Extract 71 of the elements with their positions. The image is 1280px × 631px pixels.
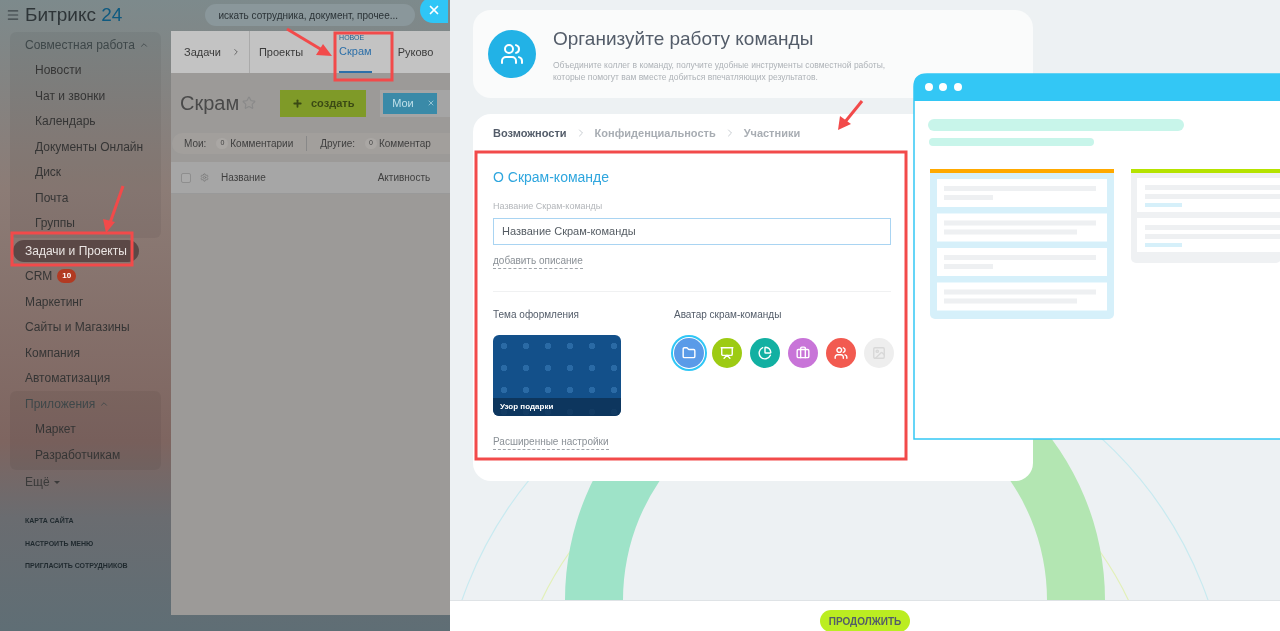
- more-menu-item[interactable]: Ещё: [25, 473, 60, 492]
- people-icon: [834, 345, 848, 360]
- tab[interactable]: Задачи: [184, 31, 221, 73]
- annotation-arrow: [103, 185, 125, 233]
- counter-label: Мои:: [184, 137, 207, 151]
- menu-item[interactable]: Календарь: [23, 110, 98, 133]
- menu-item[interactable]: Разработчикам: [23, 443, 123, 466]
- plus-icon: [292, 97, 303, 109]
- theme-label: Тема оформления: [493, 307, 581, 322]
- counter-link[interactable]: Комментар: [378, 136, 431, 151]
- theme-name: Узор подарки: [493, 397, 621, 416]
- theme-tile[interactable]: Узор подарки: [493, 334, 621, 416]
- search-field[interactable]: искать сотрудника, документ, прочее...: [205, 4, 416, 26]
- close-icon[interactable]: [427, 3, 441, 17]
- avatar-option[interactable]: [864, 337, 894, 368]
- menu-item[interactable]: Автоматизация: [13, 367, 113, 390]
- create-button[interactable]: создать: [280, 89, 367, 117]
- menu-item[interactable]: Документы Онлайн: [23, 135, 146, 158]
- section-title: О Скрам-команде: [493, 168, 611, 187]
- menu-item[interactable]: CRM: [13, 265, 55, 288]
- filter-chip[interactable]: Мои: [383, 92, 438, 114]
- settings-icon[interactable]: [200, 173, 209, 182]
- menu-item[interactable]: Маркет: [23, 418, 78, 441]
- close-button[interactable]: [420, 0, 448, 23]
- counter-badge: 10: [57, 269, 77, 284]
- logo[interactable]: Битрикс 24: [25, 0, 123, 30]
- column-header[interactable]: Активность: [377, 170, 431, 185]
- tab[interactable]: Проекты: [258, 31, 304, 73]
- checkbox[interactable]: [181, 172, 191, 183]
- advanced-settings-link[interactable]: Расширенные настройки: [493, 433, 609, 450]
- intro-description: Объедините коллег в команду, получите удобные инструменты совместной работы, которые помогут вам вместе добиться впечатляющих результатов.: [553, 58, 887, 83]
- tab[interactable]: Руково: [397, 31, 434, 73]
- menu-item[interactable]: Сайты и Магазины: [13, 316, 132, 339]
- menu-item[interactable]: Почта: [23, 186, 71, 209]
- avatar-option[interactable]: [826, 337, 856, 368]
- step-tab[interactable]: Конфиденциальность: [594, 124, 716, 142]
- avatar-label: Аватар скрам-команды: [674, 307, 783, 322]
- team-icon: [500, 42, 524, 66]
- step-tab[interactable]: Возможности: [493, 124, 567, 142]
- step-tab[interactable]: Участники: [743, 124, 801, 142]
- avatar-option[interactable]: [788, 337, 818, 368]
- avatar-option[interactable]: [712, 337, 742, 368]
- continue-button[interactable]: ПРОДОЛЖИТЬ: [820, 610, 910, 631]
- menu-item[interactable]: Компания: [13, 341, 82, 364]
- column-header[interactable]: Название: [221, 170, 266, 185]
- close-icon[interactable]: [426, 99, 435, 107]
- avatar-option[interactable]: [750, 337, 780, 368]
- page-title: Скрам: [180, 91, 240, 116]
- folder-icon: [682, 345, 696, 360]
- add-description-link[interactable]: добавить описание: [493, 252, 583, 269]
- menu-icon[interactable]: [6, 8, 20, 22]
- pie-chart-icon: [758, 345, 772, 360]
- presentation-icon: [720, 345, 734, 360]
- caret-icon: [53, 480, 60, 484]
- avatar-option[interactable]: [674, 337, 704, 368]
- menu-item[interactable]: Задачи и Проекты: [13, 239, 139, 262]
- field-label: Название Скрам-команды: [493, 200, 604, 213]
- intro-title: Организуйте работу команды: [553, 27, 815, 52]
- annotation-arrow: [838, 100, 864, 130]
- menu-item[interactable]: Маркетинг: [13, 290, 86, 313]
- highlight-frame: [333, 31, 394, 82]
- name-field[interactable]: Название Скрам-команды: [493, 217, 891, 245]
- menu-item[interactable]: Новости: [23, 59, 84, 82]
- menu-item[interactable]: Чат и звонки: [23, 84, 108, 107]
- briefcase-icon: [796, 345, 810, 360]
- menu-group-header[interactable]: Приложения: [10, 391, 161, 417]
- menu-item[interactable]: Группы: [23, 212, 77, 235]
- counter-link[interactable]: Комментарии: [230, 136, 294, 151]
- counter-label: Другие:: [320, 137, 356, 151]
- menu-group-header[interactable]: Совместная работа: [10, 32, 161, 58]
- menu-item[interactable]: Диск: [23, 161, 64, 184]
